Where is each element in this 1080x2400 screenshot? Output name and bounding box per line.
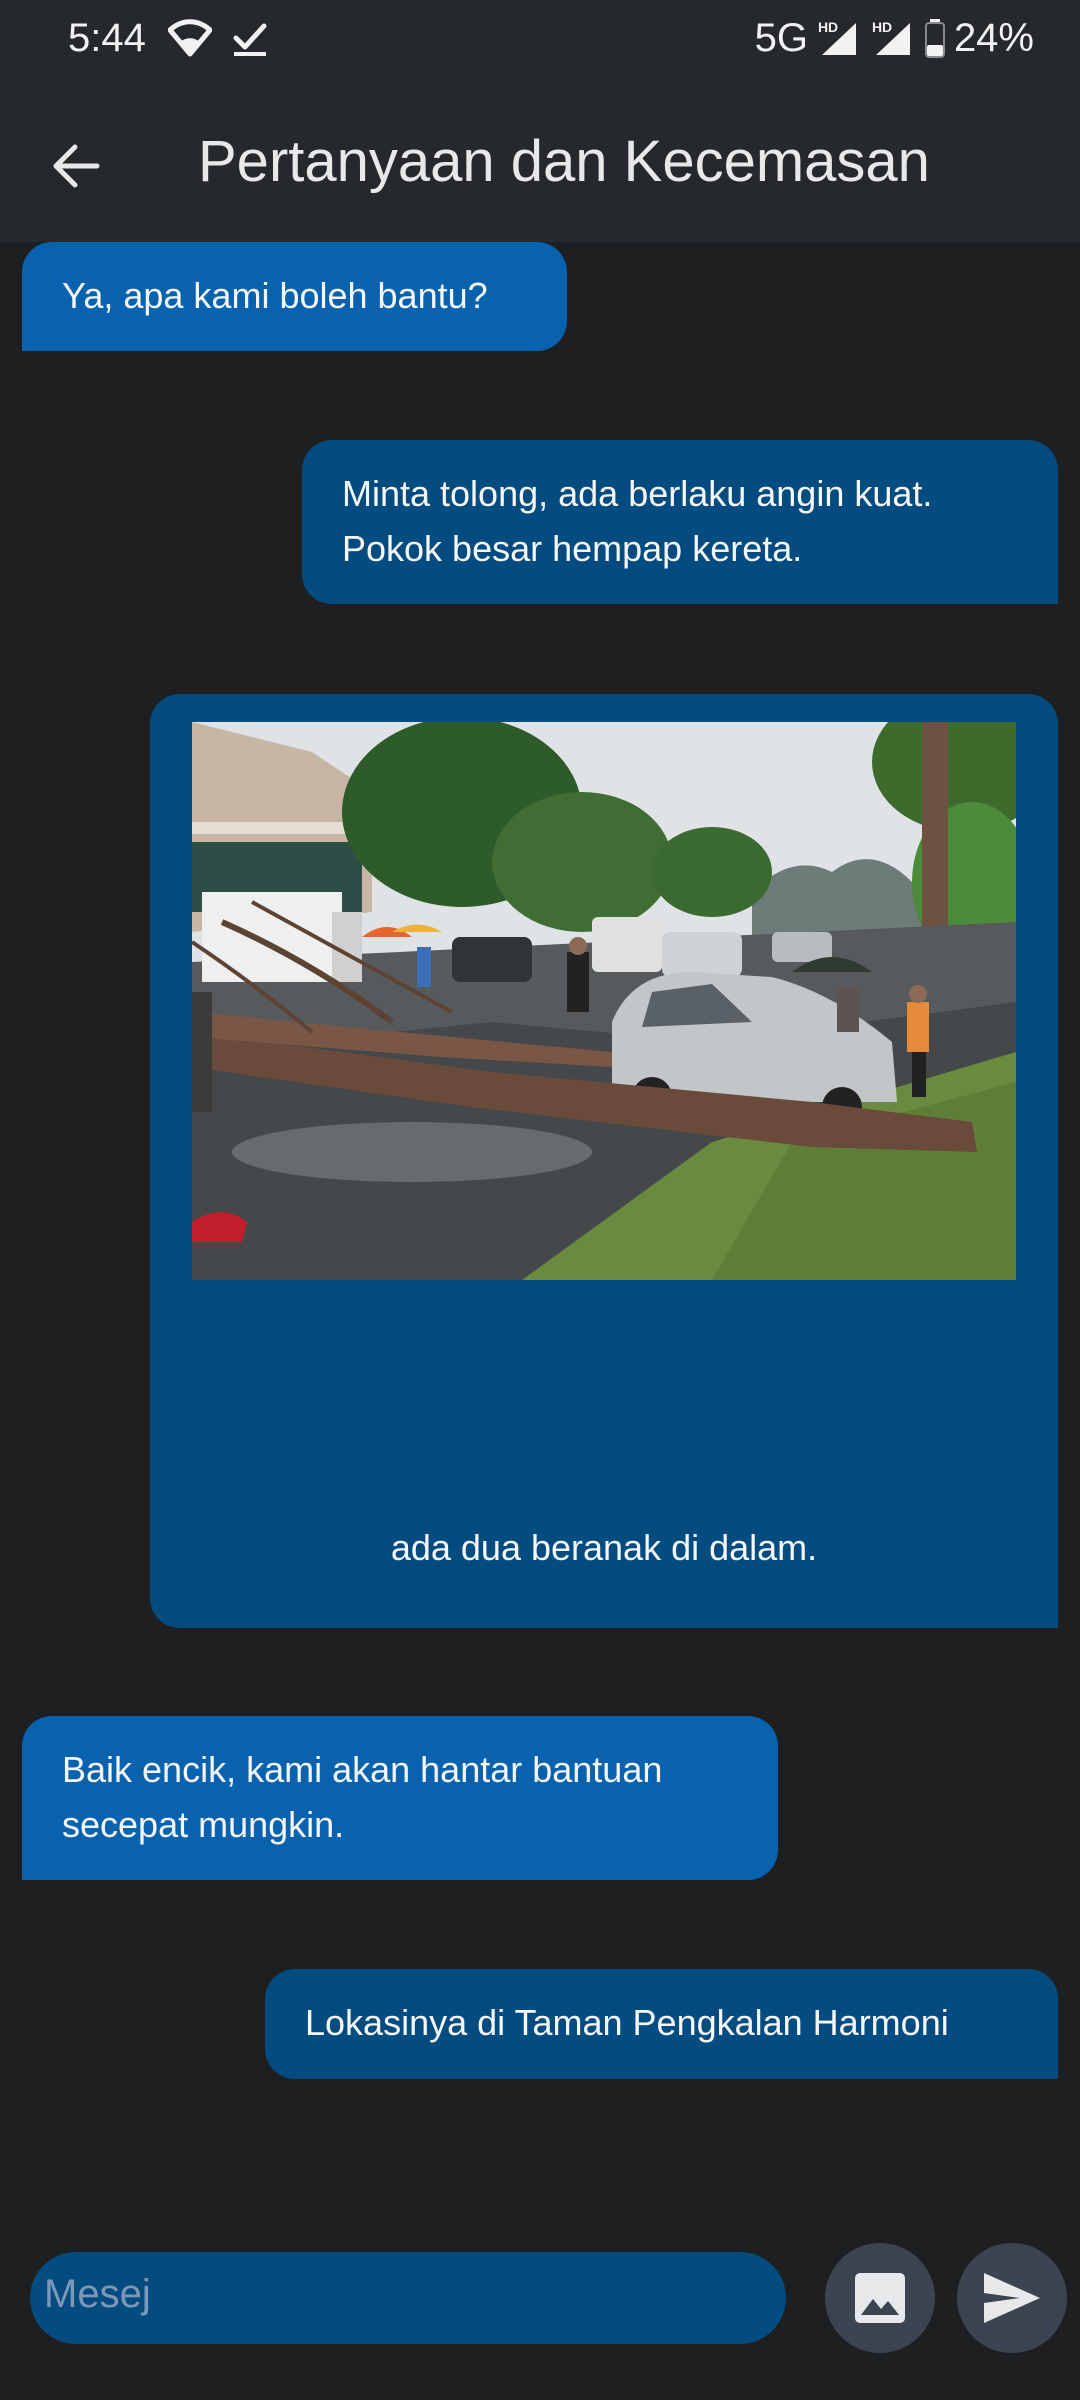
signal-2-icon: HD <box>870 19 916 59</box>
attach-image-button[interactable] <box>825 2243 935 2353</box>
send-button[interactable] <box>957 2243 1067 2353</box>
message-outgoing-image[interactable]: ada dua beranak di dalam. <box>150 694 1058 1628</box>
battery-icon <box>924 18 945 58</box>
chat-screen: 5:44 5G HD HD 24% Pertanyaan dan Kecemas… <box>0 0 1080 2400</box>
message-text: Lokasinya di Taman Pengkalan Harmoni <box>305 2002 949 2043</box>
status-time: 5:44 <box>68 16 146 60</box>
fallen-tree-on-car-photo[interactable] <box>192 722 1016 1280</box>
message-text: Ya, apa kami boleh bantu? <box>62 275 488 316</box>
page-title: Pertanyaan dan Kecemasan <box>198 129 930 194</box>
status-bar: 5:44 5G HD HD 24% <box>0 0 1080 80</box>
message-text-line: secepat mungkin. <box>62 1804 345 1845</box>
battery-level: 24% <box>953 16 1034 60</box>
check-download-icon <box>233 23 267 56</box>
message-incoming[interactable]: Baik encik, kami akan hantar bantuan sec… <box>22 1716 778 1880</box>
message-text-line: Pokok besar hempap kereta. <box>342 528 803 569</box>
message-input-placeholder: Mesej <box>44 2272 151 2316</box>
message-text-line: Minta tolong, ada berlaku angin kuat. <box>342 473 933 514</box>
arrow-back-icon <box>53 144 100 188</box>
wifi-icon <box>168 19 212 57</box>
message-text-line: Baik encik, kami akan hantar bantuan <box>62 1749 663 1790</box>
network-type: 5G <box>754 16 808 60</box>
image-icon <box>855 2273 905 2323</box>
message-outgoing[interactable]: Lokasinya di Taman Pengkalan Harmoni <box>265 1969 1058 2079</box>
back-button[interactable] <box>36 126 116 206</box>
send-icon <box>984 2273 1040 2323</box>
message-list[interactable]: Ya, apa kami boleh bantu? Minta tolong, … <box>0 242 1080 2202</box>
app-bar: Pertanyaan dan Kecemasan <box>0 80 1080 242</box>
message-input[interactable]: Mesej <box>30 2252 786 2344</box>
status-left-icons <box>168 18 270 58</box>
image-caption: ada dua beranak di dalam. <box>390 1527 818 1568</box>
signal-1-icon: HD <box>816 19 862 59</box>
message-outgoing[interactable]: Minta tolong, ada berlaku angin kuat. Po… <box>302 440 1058 604</box>
status-right: 5G HD HD 24% <box>755 16 1034 61</box>
message-incoming[interactable]: Ya, apa kami boleh bantu? <box>22 242 567 351</box>
